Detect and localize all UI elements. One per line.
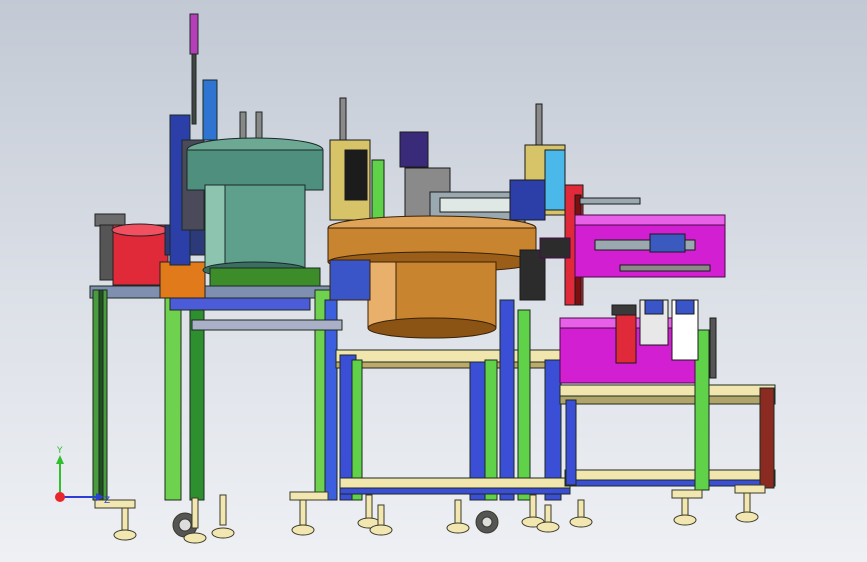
z-axis-origin — [55, 492, 65, 502]
y-axis-arrowhead — [56, 455, 64, 464]
y-axis-label: Y — [56, 446, 63, 456]
cad-viewport[interactable]: Y Z — [0, 0, 867, 562]
center-actuators — [329, 97, 526, 231]
left-stand-frame — [89, 285, 343, 501]
z-axis-label: Z — [104, 496, 110, 506]
machine-assembly-model: Y Z — [55, 13, 776, 544]
